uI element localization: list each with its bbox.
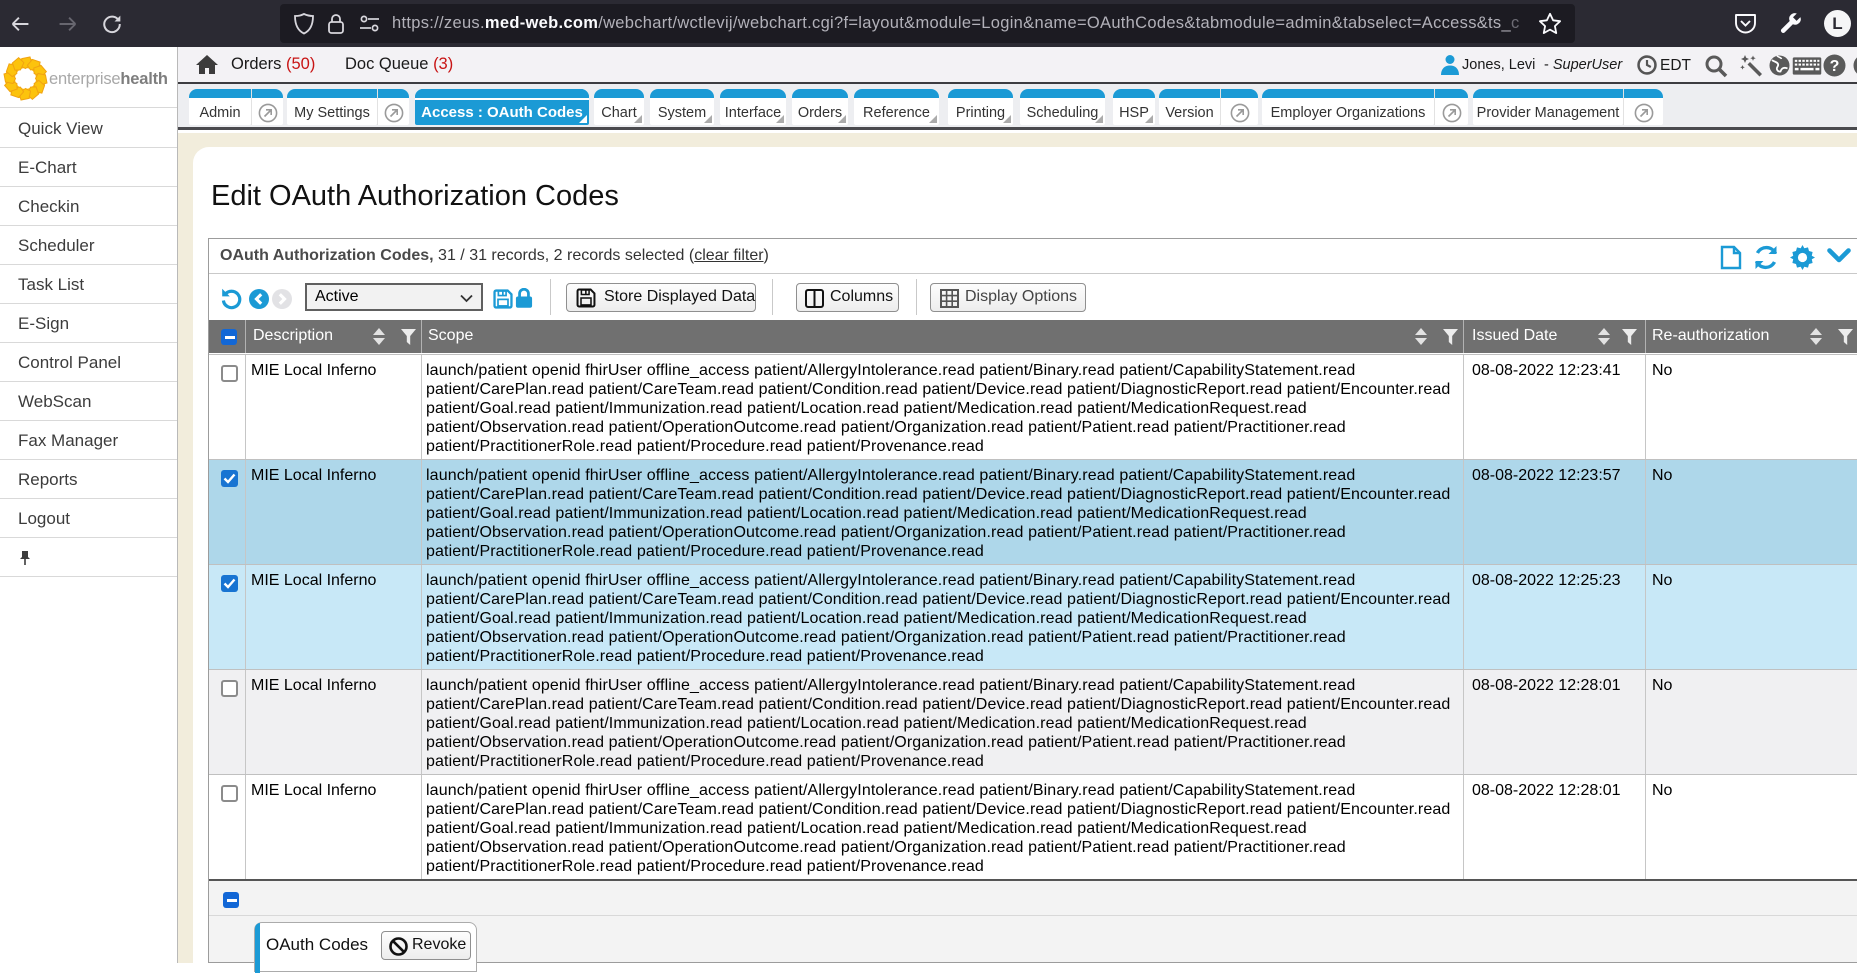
svg-text:?: ?: [1830, 58, 1840, 75]
